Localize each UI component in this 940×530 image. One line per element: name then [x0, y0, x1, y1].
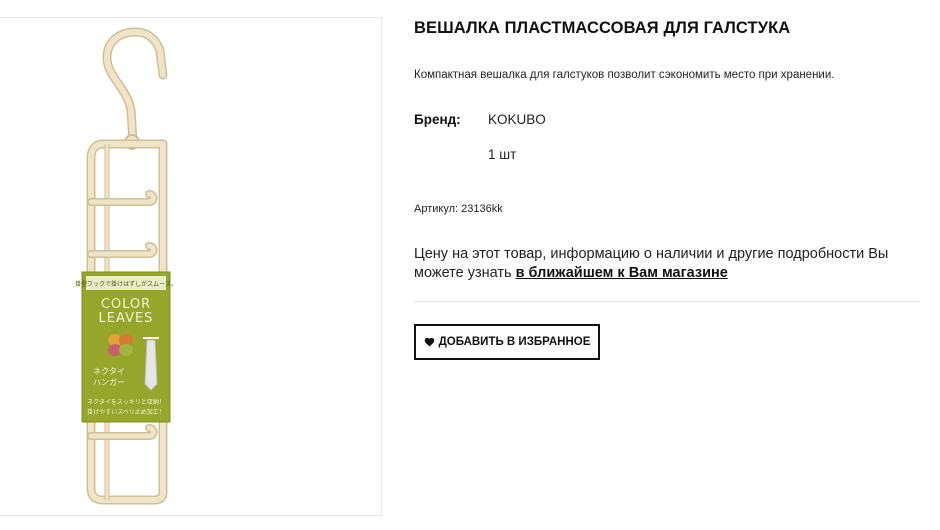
price-info: Цену на этот товар, информацию о наличии… — [414, 245, 924, 283]
heart-icon — [424, 337, 434, 347]
brand-value: KOKUBO — [488, 112, 546, 127]
quantity-value: 1 шт — [488, 147, 517, 162]
label-bottom-line1: ネクタイをスッキリと収納！ — [87, 398, 165, 406]
label-product-jp2: ハンガー — [93, 377, 125, 387]
product-description: Компактная вешалка для галстуков позволи… — [414, 69, 835, 81]
divider — [414, 301, 920, 302]
label-brand-line2: LEAVES — [99, 311, 154, 326]
tie-hanger-illustration: 掛型フックで掛けはずしがスムーズ。 COLOR LEAVES ネクタイ ハンガー… — [75, 27, 177, 505]
add-to-favorites-button[interactable]: ДОБАВИТЬ В ИЗБРАННОЕ — [414, 324, 600, 360]
label-bottom-line2: 掛けやすいスベリ止め加工！ — [87, 408, 165, 416]
brand-label: Бренд: — [414, 112, 461, 127]
label-brand-line1: COLOR — [101, 297, 151, 312]
label-top-text: 掛型フックで掛けはずしがスムーズ。 — [75, 280, 177, 288]
label-product-jp1: ネクタイ — [93, 367, 125, 376]
product-page: 掛型フックで掛けはずしがスムーズ。 COLOR LEAVES ネクタイ ハンガー… — [0, 0, 940, 530]
nearest-store-link[interactable]: в ближайшем к Вам магазине — [516, 265, 728, 281]
sku-text: Артикул: 23136kk — [414, 203, 503, 215]
product-image[interactable]: 掛型フックで掛けはずしがスムーズ。 COLOR LEAVES ネクタイ ハンガー… — [0, 17, 382, 516]
product-title: ВЕШАЛКА ПЛАСТМАССОВАЯ ДЛЯ ГАЛСТУКА — [414, 19, 791, 37]
add-to-favorites-label: ДОБАВИТЬ В ИЗБРАННОЕ — [438, 336, 591, 348]
